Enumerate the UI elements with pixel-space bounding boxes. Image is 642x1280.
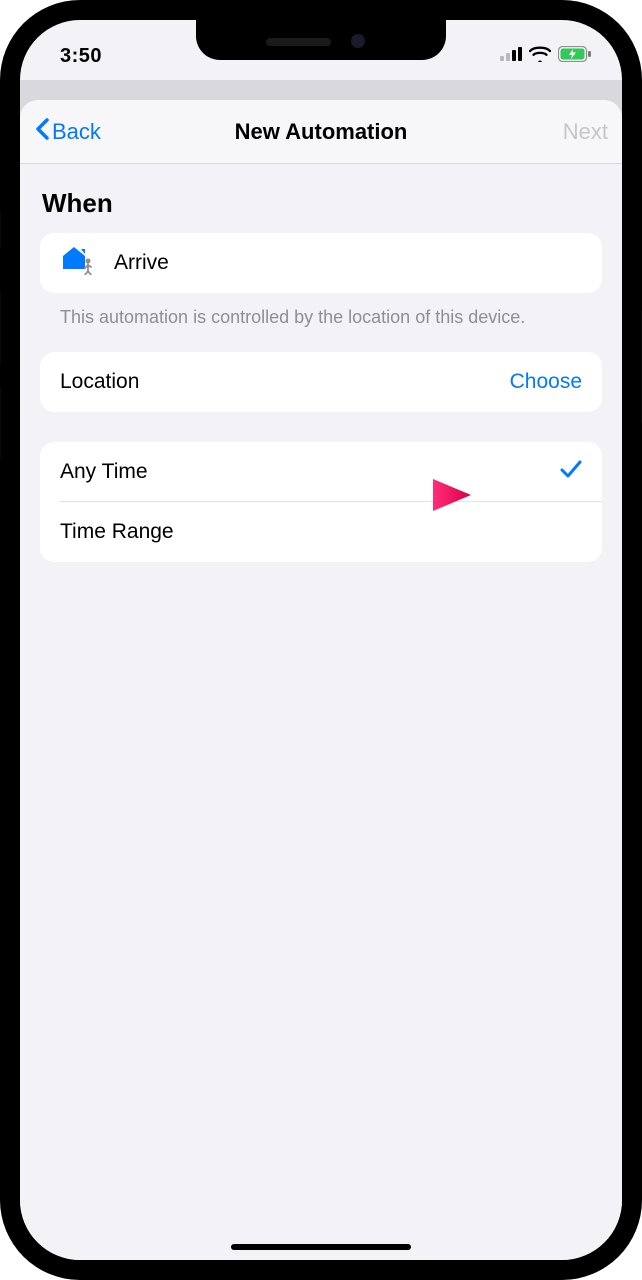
modal-sheet: Back New Automation Next When: [20, 100, 622, 1260]
location-row[interactable]: Location Choose: [40, 352, 602, 412]
arrive-card: Arrive: [40, 233, 602, 293]
back-button[interactable]: Back: [34, 117, 101, 147]
time-range-label: Time Range: [60, 520, 582, 544]
time-range-row[interactable]: Time Range: [40, 502, 602, 562]
section-title-when: When: [42, 188, 600, 219]
wifi-icon: [529, 46, 551, 67]
location-card: Location Choose: [40, 352, 602, 412]
content: When Arrive: [20, 188, 622, 562]
screen: 3:50: [20, 20, 622, 1260]
checkmark-icon: [560, 459, 582, 485]
arrive-footnote: This automation is controlled by the loc…: [60, 305, 582, 330]
notch: [196, 20, 446, 60]
volume-down-button: [0, 385, 1, 460]
nav-title: New Automation: [235, 119, 408, 145]
any-time-row[interactable]: Any Time: [40, 442, 602, 502]
home-indicator[interactable]: [231, 1244, 411, 1250]
location-label: Location: [60, 370, 510, 394]
next-button: Next: [563, 119, 608, 145]
time-options-card: Any Time Time Range: [40, 442, 602, 562]
volume-up-button: [0, 290, 1, 365]
arrive-home-icon: [60, 245, 96, 281]
cellular-icon: [500, 47, 522, 66]
chevron-left-icon: [34, 117, 50, 147]
status-time: 3:50: [60, 45, 102, 68]
nav-bar: Back New Automation Next: [20, 100, 622, 164]
arrive-row[interactable]: Arrive: [40, 233, 602, 293]
arrive-label: Arrive: [114, 251, 169, 275]
silent-switch: [0, 210, 1, 250]
battery-charging-icon: [558, 46, 592, 67]
any-time-label: Any Time: [60, 460, 560, 484]
phone-frame: 3:50: [0, 0, 642, 1280]
status-right: [500, 46, 592, 67]
choose-location-button[interactable]: Choose: [510, 370, 582, 394]
back-label: Back: [52, 119, 101, 145]
